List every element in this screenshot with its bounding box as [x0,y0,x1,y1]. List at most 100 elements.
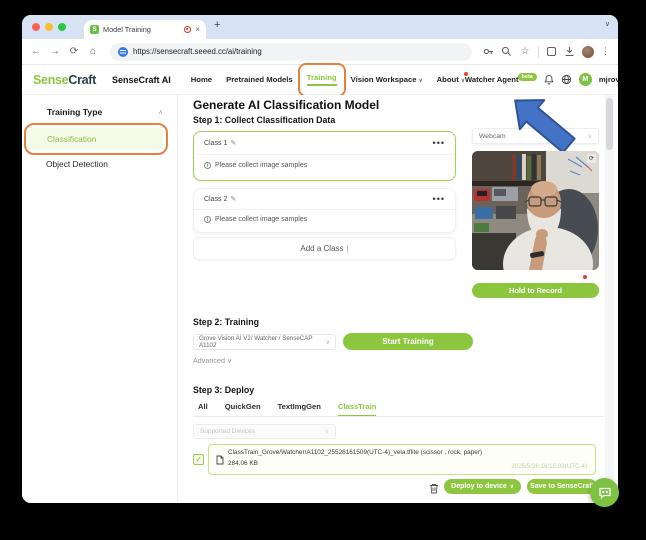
tab-strip: S Model Training × + ∨ [22,15,618,39]
deploy-to-device-button[interactable]: Deploy to device ∨ [444,479,521,494]
zoom-icon[interactable] [501,46,512,57]
file-size: 284.06 KB [228,460,258,467]
advanced-toggle[interactable]: Advanced ∨ [193,356,232,365]
class-2-menu-icon[interactable]: ••• [433,194,445,204]
scrollbar-thumb[interactable] [606,98,613,150]
site-info-icon[interactable] [118,47,128,57]
tab-recording-icon [184,26,191,33]
text-cursor-icon: | [347,244,349,253]
beta-badge: beta [518,73,537,81]
new-window-icon[interactable] [546,46,557,57]
forward-icon[interactable]: → [49,46,61,57]
browser-window: S Model Training × + ∨ ← → ⟳ ⌂ https://s… [22,15,618,503]
file-name: ClassTrain_Grove/Watcher/A1102_255261615… [228,449,587,456]
sidebar-item-classification[interactable]: Classification [28,128,163,150]
bookmark-star-icon[interactable]: ☆ [519,46,531,57]
camera-active-dot [583,275,587,279]
chevron-down-icon: ∨ [326,339,330,346]
sidebar-section-training-type[interactable]: Training Type ∧ [22,107,177,117]
flip-camera-icon[interactable]: ⟳ [587,154,596,163]
step3-title: Step 3: Deploy [193,385,254,395]
nav-training[interactable]: Training [307,73,337,86]
save-to-sensecraft-button[interactable]: Save to SenseCraft [527,479,597,494]
user-avatar[interactable]: M [579,73,592,86]
webcam-preview: ⟳ [472,151,599,270]
supported-devices-select[interactable]: Supported Devices ∨ [193,424,336,439]
zoom-window-button[interactable] [58,23,66,31]
sensecraft-logo[interactable]: SenseCraft [33,73,96,87]
class-1-hint: Please collect image samples [215,162,307,169]
tab-favicon-icon: S [90,25,99,34]
file-icon [216,452,224,470]
hold-to-record-button[interactable]: Hold to Record [472,283,599,298]
screenshot-root: { "browser": { "tab_title": "Model Train… [0,0,646,540]
nav-about[interactable]: About∨ [437,75,465,84]
class-card-1-body: i Please collect image samples [194,155,455,176]
home-icon[interactable]: ⌂ [87,46,99,57]
username[interactable]: mjrovai [599,75,618,84]
download-icon[interactable] [564,46,575,57]
class-1-menu-icon[interactable]: ••• [433,138,445,148]
file-checkbox[interactable]: ✓ [193,454,204,465]
step1-title: Step 1: Collect Classification Data [193,115,335,125]
class-card-1[interactable]: Class 1 ✎ ••• i Please collect image sam… [193,131,456,181]
sidebar: Training Type ∧ Classification Object De… [22,95,178,503]
chat-bubble-icon [598,486,612,500]
tab-all[interactable]: All [198,402,208,417]
nav-vision-workspace[interactable]: Vision Workspace∨ [351,75,423,84]
toolbar-divider [538,46,539,58]
edit-pencil-icon[interactable]: ✎ [230,139,236,147]
close-window-button[interactable] [32,23,40,31]
tab-close-icon[interactable]: × [195,25,200,34]
nav-home[interactable]: Home [191,75,212,84]
tab-quickgen[interactable]: QuickGen [225,402,261,417]
start-training-button[interactable]: Start Training [343,333,473,350]
tab-classtrain[interactable]: ClassTrain [338,402,376,417]
edit-pencil-icon[interactable]: ✎ [230,195,236,203]
browser-toolbar: ← → ⟳ ⌂ https://sensecraft.seeed.cc/ai/t… [22,39,618,65]
chat-support-button[interactable] [590,478,619,507]
tab-textimggen[interactable]: TextImgGen [278,402,321,417]
class-card-1-header: Class 1 ✎ ••• [194,132,455,155]
reload-icon[interactable]: ⟳ [68,46,80,57]
app-header: SenseCraft SenseCraft AI Home Pretrained… [22,65,618,95]
webcam-video-frame [472,151,599,270]
training-device-select[interactable]: Grove Vision AI V2/ Watcher / SenseCAP A… [193,334,336,350]
chevron-up-icon: ∧ [158,108,163,116]
page-body: Training Type ∧ Classification Object De… [22,95,618,503]
trash-icon[interactable] [429,481,439,499]
class-2-name: Class 2 [204,196,227,203]
chevron-down-icon: ∨ [325,428,329,435]
main-nav: Home Pretrained Models Training Vision W… [191,73,465,86]
browser-tab[interactable]: S Model Training × [84,20,206,39]
webcam-select[interactable]: Webcam ∨ [472,128,599,144]
language-globe-icon[interactable] [561,74,572,85]
minimize-window-button[interactable] [45,23,53,31]
back-icon[interactable]: ← [30,46,42,57]
tab-search-icon[interactable]: ∨ [605,20,610,28]
sidebar-item-object-detection[interactable]: Object Detection [22,152,177,176]
bell-icon[interactable] [544,74,554,85]
nav-pretrained-models[interactable]: Pretrained Models [226,75,293,84]
deploy-tabs: All QuickGen TextImgGen ClassTrain [198,402,376,417]
step2-title: Step 2: Training [193,317,259,327]
profile-avatar[interactable] [582,46,594,58]
watcher-agent-link[interactable]: Watcher Agentbeta [465,75,537,85]
chevron-down-icon: ∨ [588,133,592,140]
header-right: Watcher Agentbeta M mjrovai ∨ [465,73,618,86]
address-bar[interactable]: https://sensecraft.seeed.cc/ai/training [110,43,472,61]
class-card-2[interactable]: Class 2 ✎ ••• i Please collect image sam… [193,188,456,233]
file-timestamp: 2025/5/26 16:15:09(UTC-4) [511,463,587,470]
chevron-down-icon: ∨ [419,78,423,84]
new-tab-button[interactable]: + [214,19,220,31]
class-card-2-body: i Please collect image samples [194,210,455,230]
add-class-button[interactable]: Add a Class | [193,237,456,260]
chevron-down-icon: ∨ [510,484,514,490]
main-content: Generate AI Classification Model Step 1:… [178,95,618,503]
model-file-card[interactable]: ClassTrain_Grove/Watcher/A1102_255261615… [208,444,596,475]
scrollbar[interactable] [605,95,614,503]
info-icon: i [204,216,211,223]
password-key-icon[interactable] [483,46,494,57]
browser-menu-icon[interactable]: ⋮ [601,46,610,57]
class-1-name: Class 1 [204,140,227,147]
